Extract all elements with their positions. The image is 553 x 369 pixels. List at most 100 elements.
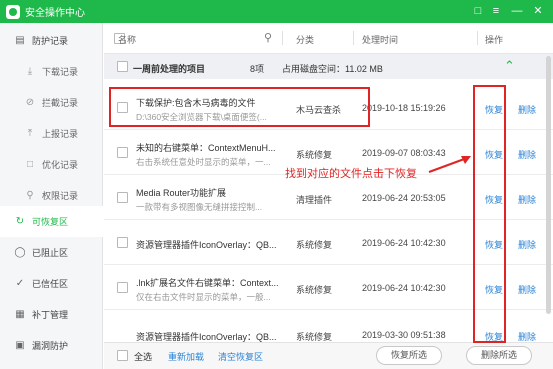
restore-link[interactable]: 恢复 — [485, 238, 503, 251]
arrow-icon — [428, 156, 471, 173]
table-row[interactable]: 下载保护:包含木马病毒的文件 D:\360安全浏览器下载\桌面便签(... 木马… — [104, 86, 553, 130]
sidebar-item-label: 漏洞防护 — [32, 341, 69, 351]
row-subtitle: D:\360安全浏览器下载\桌面便签(... — [136, 112, 267, 122]
sidebar-item-trusted-zone[interactable]: ✓ 已信任区 — [0, 268, 103, 299]
sidebar-item-label: 下载记录 — [42, 67, 79, 77]
row-title: Media Router功能扩展 — [136, 188, 227, 198]
delete-selected-button[interactable]: 删除所选 — [466, 346, 532, 365]
row-category: 清理插件 — [296, 195, 333, 205]
patch-icon: ▦ — [15, 309, 25, 320]
app-logo-icon — [6, 4, 20, 19]
group-title: 一周前处理的项目 — [133, 64, 206, 74]
delete-link[interactable]: 删除 — [518, 103, 536, 116]
row-category: 系统修复 — [296, 332, 333, 342]
main-panel: 名称 ⚲ 分类 处理时间 操作 一周前处理的项目 8项 占用磁盘空间：11.02… — [104, 23, 553, 369]
row-time: 2019-06-24 10:42:30 — [362, 283, 446, 293]
sidebar-item-label: 已信任区 — [32, 279, 69, 289]
vertical-scrollbar[interactable] — [546, 56, 551, 314]
restore-link[interactable]: 恢复 — [485, 103, 503, 116]
table-row[interactable]: 资源管理器插件IconOverlay：QB... 系统修复 2019-06-24… — [104, 221, 553, 265]
shield-block-icon: ◯ — [14, 247, 26, 258]
row-checkbox[interactable] — [117, 192, 128, 203]
sidebar-item-label: 优化记录 — [42, 160, 79, 170]
row-category: 木马云查杀 — [296, 105, 342, 115]
sidebar-item-block-records[interactable]: ⊘ 拦截记录 — [0, 87, 103, 118]
upload-icon: ⤒ — [27, 128, 33, 139]
delete-link[interactable]: 删除 — [518, 148, 536, 161]
row-subtitle: 仅在右击文件时显示的菜单，一般... — [136, 292, 271, 302]
group-count: 8项 — [250, 64, 265, 74]
restore-icon: ↻ — [15, 216, 25, 227]
row-title: 未知的右键菜单：ContextMenuH... — [136, 143, 276, 153]
sidebar-item-report-records[interactable]: ⤒ 上报记录 — [0, 118, 103, 149]
column-action: 操作 — [485, 35, 504, 45]
sidebar-item-patch-management[interactable]: ▦ 补丁管理 — [0, 299, 103, 330]
row-title: 资源管理器插件IconOverlay：QB... — [136, 240, 277, 250]
clipboard-icon: ▤ — [15, 35, 25, 46]
delete-link[interactable]: 删除 — [518, 193, 536, 206]
restore-link[interactable]: 恢复 — [485, 193, 503, 206]
row-title: 资源管理器插件IconOverlay：QB... — [136, 332, 277, 342]
row-subtitle: 一款带有多视图像无缝拼接控制... — [136, 202, 263, 212]
window-title: 安全操作中心 — [25, 8, 85, 19]
sidebar-item-label: 拦截记录 — [42, 98, 79, 108]
sidebar-item-download-records[interactable]: ⤓ 下载记录 — [0, 56, 103, 87]
group-checkbox[interactable] — [117, 61, 128, 72]
chevron-up-icon[interactable]: ⌃ — [504, 58, 515, 74]
row-time: 2019-03-30 09:51:38 — [362, 330, 446, 340]
delete-link[interactable]: 删除 — [518, 283, 536, 296]
column-time: 处理时间 — [362, 35, 399, 45]
row-category: 系统修复 — [296, 285, 333, 295]
row-checkbox[interactable] — [117, 237, 128, 248]
delete-link[interactable]: 删除 — [518, 330, 536, 342]
row-title: 下载保护:包含木马病毒的文件 — [136, 98, 256, 108]
table-row[interactable]: 资源管理器插件IconOverlay：QB... 系统修复 2019-03-30… — [104, 316, 553, 342]
clear-recovery-link[interactable]: 清空恢复区 — [218, 350, 263, 363]
table-header: 名称 ⚲ 分类 处理时间 操作 — [104, 23, 553, 54]
key-icon: ⚲ — [26, 190, 34, 201]
footer-bar: 全选 重新加载 清空恢复区 恢复所选 删除所选 — [104, 342, 553, 369]
column-divider — [477, 31, 478, 45]
group-disk-usage: 占用磁盘空间：11.02 MB — [282, 64, 383, 74]
sidebar-item-recoverable-zone[interactable]: ↻ 可恢复区 — [0, 206, 103, 237]
select-all-label[interactable]: 全选 — [134, 350, 152, 363]
title-bar: 安全操作中心 □ ≡ — ✕ — [0, 0, 553, 23]
restore-link[interactable]: 恢复 — [485, 330, 503, 342]
sidebar: ▤ 防护记录 ⤓ 下载记录 ⊘ 拦截记录 ⤒ 上报记录 □ 优化记录 ⚲ 权限记… — [0, 23, 103, 369]
close-icon[interactable]: ✕ — [531, 4, 545, 18]
table-row[interactable]: .lnk扩展名文件右键菜单：Context... 仅在右击文件时显示的菜单，一般… — [104, 266, 553, 310]
sidebar-item-vulnerability-protection[interactable]: ▣ 漏洞防护 — [0, 330, 103, 361]
vuln-icon: ▣ — [15, 340, 25, 351]
download-icon: ⤓ — [27, 66, 33, 77]
sidebar-item-optimize-records[interactable]: □ 优化记录 — [0, 149, 103, 180]
row-subtitle: 右击系统任意处时显示的菜单，一... — [136, 157, 271, 167]
search-icon[interactable]: ⚲ — [264, 31, 272, 44]
column-divider — [353, 31, 354, 45]
sidebar-item-label: 可恢复区 — [32, 217, 69, 227]
reload-link[interactable]: 重新加载 — [168, 350, 204, 363]
feedback-icon[interactable]: □ — [471, 4, 485, 18]
sidebar-item-label: 权限记录 — [42, 191, 79, 201]
select-all-checkbox[interactable] — [117, 350, 128, 361]
minimize-icon[interactable]: — — [510, 4, 524, 18]
row-checkbox[interactable] — [117, 147, 128, 158]
group-header[interactable]: 一周前处理的项目 8项 占用磁盘空间：11.02 MB ⌃ — [104, 54, 553, 79]
sidebar-item-label: 已阻止区 — [32, 248, 69, 258]
row-time: 2019-10-18 15:19:26 — [362, 103, 446, 113]
menu-icon[interactable]: ≡ — [489, 4, 503, 18]
row-title: .lnk扩展名文件右键菜单：Context... — [136, 278, 279, 288]
restore-link[interactable]: 恢复 — [485, 283, 503, 296]
restore-link[interactable]: 恢复 — [485, 148, 503, 161]
block-icon: ⊘ — [25, 97, 35, 108]
sidebar-item-blocked-zone[interactable]: ◯ 已阻止区 — [0, 237, 103, 268]
row-time: 2019-06-24 10:42:30 — [362, 238, 446, 248]
delete-link[interactable]: 删除 — [518, 238, 536, 251]
row-checkbox[interactable] — [117, 282, 128, 293]
row-checkbox[interactable] — [117, 102, 128, 113]
sidebar-item-protection-records[interactable]: ▤ 防护记录 — [0, 25, 103, 56]
column-divider — [282, 31, 283, 45]
restore-selected-button[interactable]: 恢复所选 — [376, 346, 442, 365]
sidebar-item-label: 补丁管理 — [32, 310, 69, 320]
table-row[interactable]: Media Router功能扩展 一款带有多视图像无缝拼接控制... 清理插件 … — [104, 176, 553, 220]
column-name: 名称 — [118, 35, 137, 45]
